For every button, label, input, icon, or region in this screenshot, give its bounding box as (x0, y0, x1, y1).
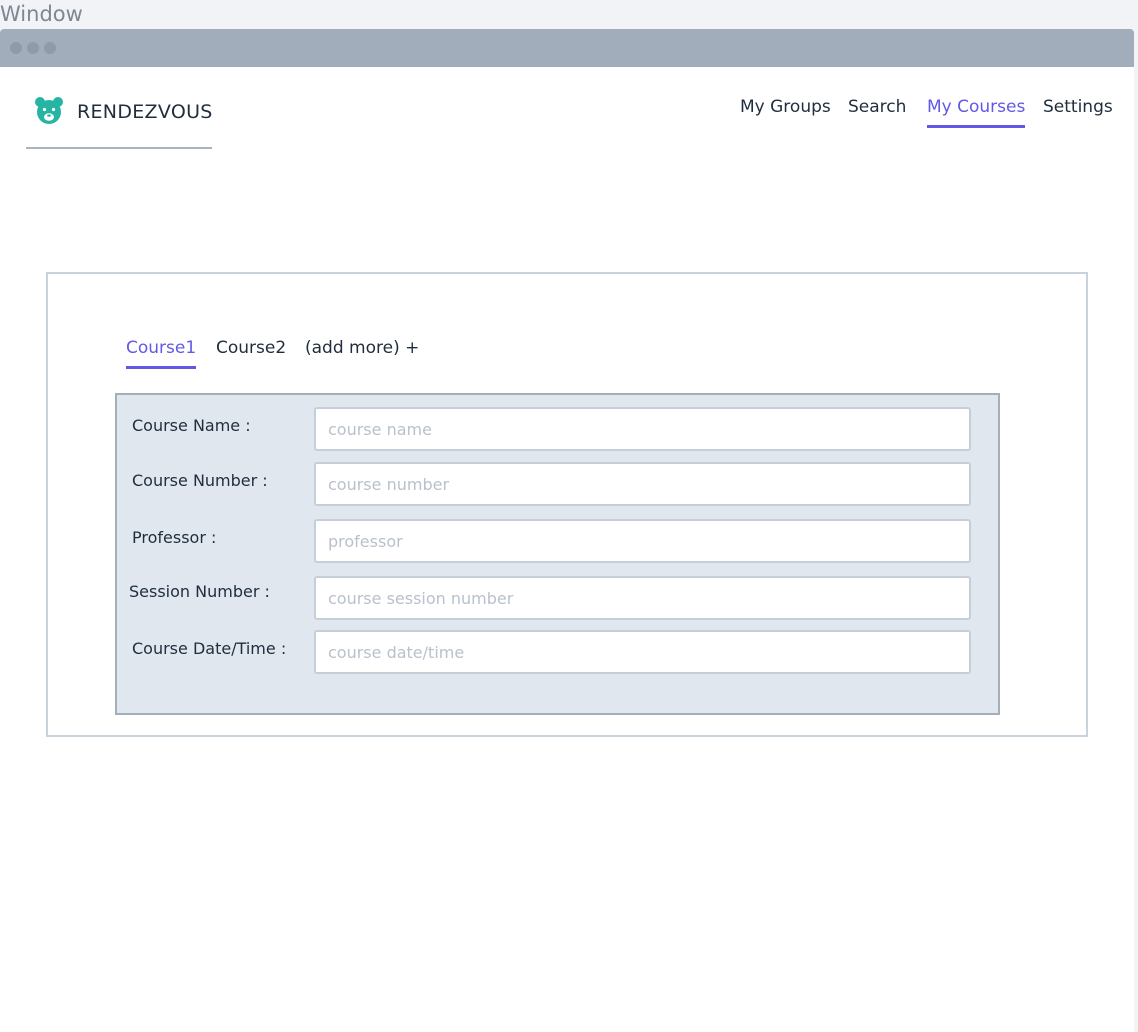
session-number-label: Session Number : (129, 582, 270, 601)
course-number-input[interactable] (314, 462, 971, 506)
nav-my-groups[interactable]: My Groups (740, 97, 831, 125)
courses-panel: Course1 Course2 (add more) + Course Name… (46, 272, 1088, 737)
tab-course2[interactable]: Course2 (216, 338, 286, 366)
professor-input[interactable] (314, 519, 971, 563)
course-datetime-input[interactable] (314, 630, 971, 674)
app-window: RENDEZVOUS My Groups Search My Courses S… (0, 29, 1134, 1032)
professor-label: Professor : (132, 528, 217, 547)
nav-my-courses[interactable]: My Courses (927, 97, 1026, 128)
course-datetime-label: Course Date/Time : (132, 639, 287, 658)
session-number-input[interactable] (314, 576, 971, 620)
top-nav: My Groups Search My Courses Settings (740, 97, 1134, 137)
nav-settings[interactable]: Settings (1043, 97, 1113, 125)
tab-course1[interactable]: Course1 (126, 338, 197, 369)
window-minimize-dot[interactable] (27, 42, 39, 54)
form-row-course-number: Course Number : (117, 462, 998, 506)
form-row-session-number: Session Number : (117, 576, 998, 620)
form-row-course-datetime: Course Date/Time : (117, 630, 998, 674)
add-course-tab[interactable]: (add more) + (305, 338, 419, 366)
course-number-label: Course Number : (132, 471, 268, 490)
form-row-course-name: Course Name : (117, 407, 998, 451)
window-titlebar[interactable] (0, 29, 1134, 67)
course-name-input[interactable] (314, 407, 971, 451)
nav-search[interactable]: Search (848, 97, 906, 125)
bear-icon (35, 97, 63, 124)
window-maximize-dot[interactable] (44, 42, 56, 54)
window-close-dot[interactable] (10, 42, 22, 54)
course-name-label: Course Name : (132, 416, 251, 435)
brand-name: RENDEZVOUS (77, 101, 213, 123)
course-form: Course Name : Course Number : Professor … (115, 393, 1000, 715)
brand[interactable]: RENDEZVOUS (26, 94, 212, 149)
form-row-professor: Professor : (117, 519, 998, 563)
window-label: Window (0, 2, 83, 26)
